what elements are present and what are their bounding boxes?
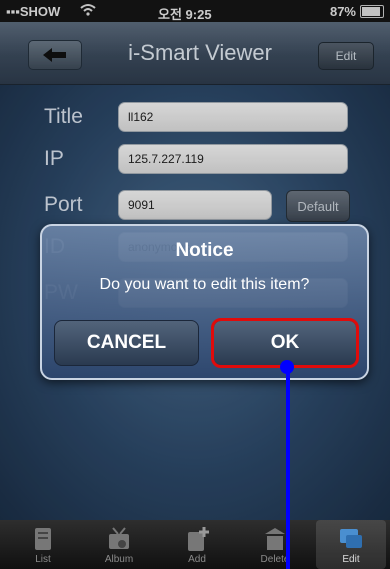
dialog-title: Notice (175, 240, 234, 261)
tab-list[interactable]: List (8, 520, 78, 569)
tab-album[interactable]: Album (84, 520, 154, 569)
tab-add[interactable]: Add (162, 520, 232, 569)
tab-delete[interactable]: Delete (240, 520, 310, 569)
tab-album-label: Album (104, 554, 134, 565)
tab-edit-label: Edit (342, 554, 360, 565)
delete-icon (265, 528, 285, 550)
list-icon (35, 528, 51, 550)
tab-add-label: Add (188, 554, 206, 565)
add-icon (188, 527, 209, 551)
cancel-button[interactable]: CANCEL (54, 320, 199, 366)
tab-edit[interactable]: Edit (316, 520, 386, 569)
annotation-line (286, 364, 290, 569)
edit-icon (340, 529, 362, 548)
album-icon (109, 527, 129, 549)
dialog-message: Do you want to edit this item? (99, 276, 310, 293)
tab-delete-label: Delete (260, 554, 290, 565)
tab-list-label: List (35, 554, 51, 565)
tab-bar: List Album Add Delete Edit (0, 520, 390, 569)
annotation-dot (280, 360, 294, 374)
notice-dialog: Notice Do you want to edit this item? CA… (40, 224, 369, 380)
